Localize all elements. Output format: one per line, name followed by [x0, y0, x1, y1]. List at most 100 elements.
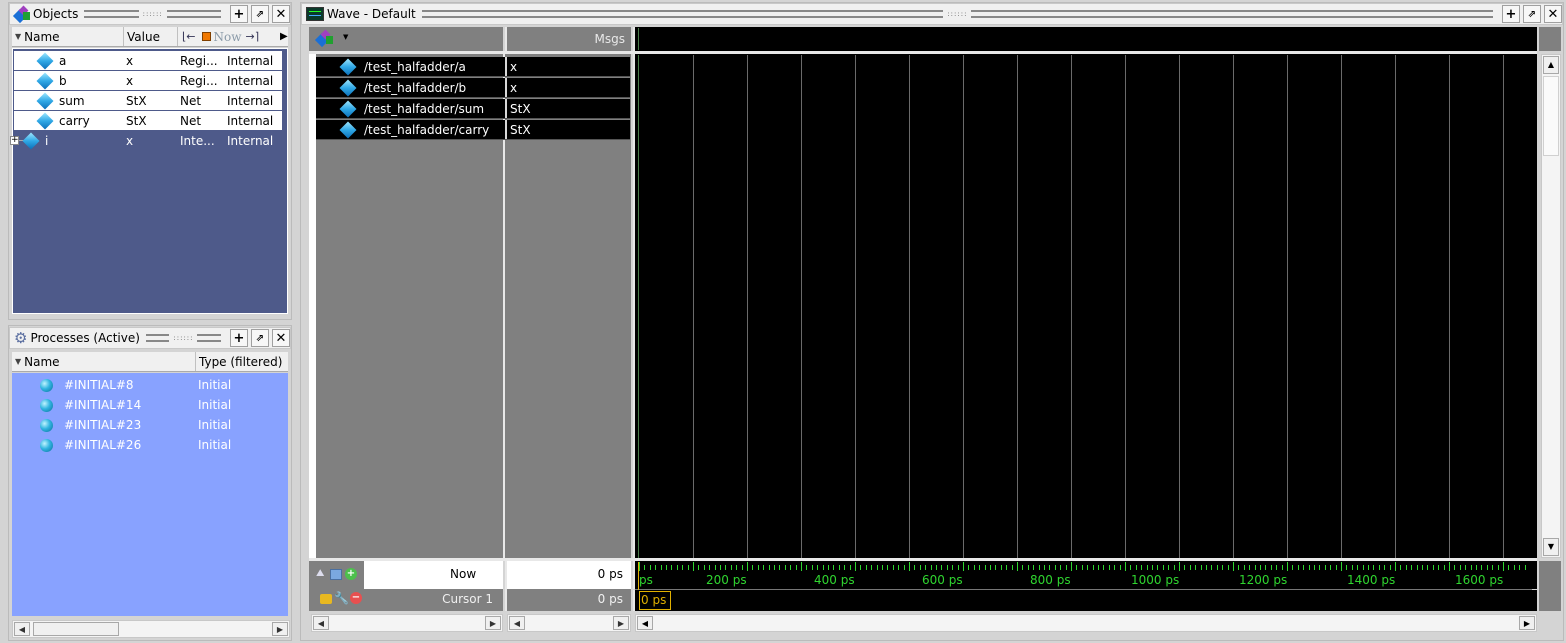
scroll-left-button[interactable]: ◀: [509, 616, 525, 630]
scroll-right-icon[interactable]: ▶: [280, 31, 288, 42]
processes-hscrollbar[interactable]: ◀ ▶: [12, 620, 290, 638]
signal-diamond-icon: [36, 92, 54, 109]
wave-titlebar[interactable]: Wave - Default :::::: + ⇗ ✕: [301, 3, 1563, 25]
ruler-minor-tick: [1141, 565, 1142, 570]
wave-hscrollbar[interactable]: ◀ ▶: [635, 614, 1537, 632]
objects-time-toolbar: ⌊← Now →⌉: [178, 27, 278, 46]
signal-value-cell: x: [505, 57, 630, 76]
ruler-minor-tick: [644, 565, 645, 570]
ruler-minor-tick: [1238, 565, 1239, 570]
remove-cursor-icon[interactable]: −: [350, 592, 362, 604]
ruler-minor-tick: [1384, 565, 1385, 570]
objects-drag-handle[interactable]: ::::::: [84, 9, 221, 19]
scroll-up-button[interactable]: ▲: [1543, 56, 1559, 74]
processes-undock-button[interactable]: ⇗: [251, 329, 269, 347]
objects-undock-button[interactable]: ⇗: [251, 5, 269, 23]
wrench-icon[interactable]: 🔧: [334, 591, 349, 605]
scroll-right-button[interactable]: ▶: [613, 616, 629, 630]
insert-cursor-icon[interactable]: ⛰: [316, 568, 324, 579]
processes-add-button[interactable]: +: [230, 329, 248, 347]
process-row[interactable]: #INITIAL#14 Initial: [14, 395, 286, 415]
signal-row[interactable]: /test_halfadder/a x: [316, 57, 630, 77]
ruler-minor-tick: [1514, 565, 1515, 570]
object-row[interactable]: sum StX Net Internal: [14, 91, 282, 110]
ruler-minor-tick: [796, 565, 797, 570]
ruler-minor-tick: [904, 565, 905, 570]
lock-icon[interactable]: [320, 594, 332, 604]
now-row-iconbox: ⛰ +: [309, 561, 364, 589]
objects-add-button[interactable]: +: [230, 5, 248, 23]
wave-cursor-line[interactable]: [638, 55, 639, 558]
scroll-left-button[interactable]: ◀: [14, 622, 30, 636]
edit-cursor-icon[interactable]: [330, 569, 342, 580]
wave-close-button[interactable]: ✕: [1544, 5, 1562, 23]
object-row[interactable]: a x Regi... Internal: [14, 51, 282, 70]
objects-col-name[interactable]: ▼ Name: [12, 27, 124, 46]
signal-value-hscrollbar[interactable]: ◀ ▶: [507, 614, 631, 632]
wave-drag-handle[interactable]: ::::::: [421, 9, 1493, 19]
wave-add-button[interactable]: +: [1502, 5, 1520, 23]
cursor-marker[interactable]: 0 ps: [639, 591, 671, 610]
next-edge-icon[interactable]: →⌉: [246, 30, 260, 43]
scroll-right-button[interactable]: ▶: [485, 616, 501, 630]
wave-vscrollbar[interactable]: ▲ ▼: [1541, 54, 1561, 558]
grid-line: [1503, 55, 1504, 558]
ruler-major-tick: [1233, 562, 1234, 571]
ruler-label: 200 ps: [706, 573, 747, 587]
ruler-minor-tick: [1508, 565, 1509, 570]
ruler-minor-tick: [990, 565, 991, 570]
wave-undock-button[interactable]: ⇗: [1523, 5, 1541, 23]
objects-close-button[interactable]: ✕: [272, 5, 290, 23]
dropdown-arrow-icon[interactable]: ▼: [343, 33, 348, 41]
process-row[interactable]: #INITIAL#8 Initial: [14, 375, 286, 395]
scroll-right-button[interactable]: ▶: [272, 622, 288, 636]
scroll-thumb[interactable]: [33, 622, 119, 636]
ruler-minor-tick: [1471, 565, 1472, 570]
ruler-minor-tick: [817, 565, 818, 570]
object-row[interactable]: carry StX Net Internal: [14, 111, 282, 130]
ruler-minor-tick: [968, 565, 969, 570]
add-cursor-icon[interactable]: +: [345, 568, 357, 580]
signal-diamond-icon: [339, 121, 357, 138]
process-type-cell: Initial: [198, 438, 232, 452]
processes-col-type[interactable]: Type (filtered): [196, 352, 288, 371]
signal-row[interactable]: /test_halfadder/carry StX: [316, 120, 630, 140]
process-ball-icon: [40, 438, 53, 452]
scroll-left-button[interactable]: ◀: [313, 616, 329, 630]
signal-row[interactable]: /test_halfadder/b x: [316, 78, 630, 98]
prev-edge-icon[interactable]: ⌊←: [182, 30, 196, 43]
object-row[interactable]: b x Regi... Internal: [14, 71, 282, 90]
signal-row[interactable]: /test_halfadder/sum StX: [316, 99, 630, 119]
processes-close-button[interactable]: ✕: [272, 329, 290, 347]
ruler-minor-tick: [1352, 565, 1353, 570]
cursor-lane: [633, 590, 1537, 611]
ruler-minor-tick: [709, 565, 710, 570]
objects-col-value[interactable]: Value: [124, 27, 178, 46]
ruler-minor-tick: [979, 565, 980, 570]
objects-titlebar[interactable]: Objects :::::: + ⇗ ✕: [9, 3, 291, 25]
object-row[interactable]: + i x Inte... Internal: [10, 131, 282, 150]
signal-name-margin: [309, 54, 316, 558]
scroll-left-button[interactable]: ◀: [637, 616, 653, 630]
object-mode-cell: Internal: [227, 113, 274, 128]
scroll-right-button[interactable]: ▶: [1519, 616, 1535, 630]
processes-col-name[interactable]: ▼ Name: [12, 352, 196, 371]
scroll-down-button[interactable]: ▼: [1543, 538, 1559, 556]
grid-line: [1341, 55, 1342, 558]
signal-name-hscrollbar[interactable]: ◀ ▶: [311, 614, 503, 632]
ruler-major-tick: [1125, 562, 1126, 571]
processes-titlebar[interactable]: ⚙ Processes (Active) :::::: + ⇗ ✕: [9, 327, 291, 349]
cursor-label[interactable]: Cursor 1: [442, 592, 493, 606]
vscroll-thumb[interactable]: [1543, 76, 1559, 156]
expand-icon[interactable]: +: [10, 136, 19, 145]
add-signals-icon[interactable]: [314, 29, 339, 48]
wave-top-cursor-line: [638, 28, 639, 50]
ruler-minor-tick: [823, 565, 824, 570]
processes-drag-handle[interactable]: ::::::: [145, 333, 221, 343]
wave-display[interactable]: [633, 54, 1537, 558]
process-name-cell: #INITIAL#23: [14, 418, 198, 432]
process-row[interactable]: #INITIAL#23 Initial: [14, 415, 286, 435]
ruler-major-tick: [639, 562, 640, 571]
now-label[interactable]: Now: [214, 30, 242, 44]
process-row[interactable]: #INITIAL#26 Initial: [14, 435, 286, 455]
